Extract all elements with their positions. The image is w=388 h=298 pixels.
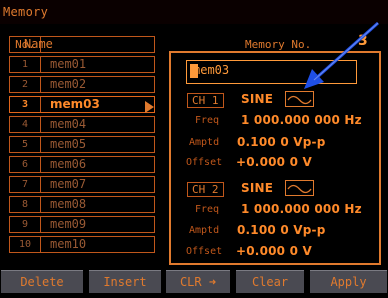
ch1-freq-label: Freq <box>195 115 220 126</box>
list-item-number: 2 <box>10 77 41 92</box>
ch2-label: CH 2 <box>187 182 224 197</box>
ch1-offset-value: +0.000 0 V <box>236 155 313 169</box>
ch2-offset-label: Offset <box>186 246 223 257</box>
list-item-name: mem04 <box>50 117 87 131</box>
ch1-label: CH 1 <box>187 93 224 108</box>
ch2-amptd-label: Amptd <box>189 225 220 236</box>
list-header: No. Name <box>9 36 155 53</box>
list-item-number: 7 <box>10 177 41 192</box>
list-item-number: 10 <box>10 237 41 252</box>
list-item-number: 3 <box>10 97 41 112</box>
list-item[interactable]: 6 mem06 <box>9 156 155 173</box>
selection-arrow-icon <box>145 101 154 113</box>
ch1-amptd-value: 0.100 0 Vp-p <box>237 135 326 149</box>
list-item[interactable]: 4 mem04 <box>9 116 155 133</box>
list-item-name: mem07 <box>50 177 87 191</box>
blue-arrow-icon <box>300 20 380 95</box>
list-item-number: 6 <box>10 157 41 172</box>
list-item-name: mem03 <box>50 97 100 111</box>
memory-list: No. Name 1 mem01 2 mem02 3 mem03 4 mem04… <box>9 36 155 298</box>
list-item[interactable]: 10 mem10 <box>9 236 155 253</box>
list-item-number: 5 <box>10 137 41 152</box>
list-item[interactable]: 2 mem02 <box>9 76 155 93</box>
list-item-number: 4 <box>10 117 41 132</box>
list-item-number: 8 <box>10 197 41 212</box>
list-item-name: mem09 <box>50 217 87 231</box>
memory-name-value: mem03 <box>193 63 230 77</box>
ch1-waveform: SINE <box>241 92 274 106</box>
list-item-name: mem01 <box>50 57 87 71</box>
list-item[interactable]: 7 mem07 <box>9 176 155 193</box>
list-item[interactable]: 1 mem01 <box>9 56 155 73</box>
list-item[interactable]: 9 mem09 <box>9 216 155 233</box>
list-item-selected[interactable]: 3 mem03 <box>9 96 155 113</box>
ch2-waveform: SINE <box>241 181 274 195</box>
screen-title: Memory <box>3 5 49 19</box>
list-item[interactable]: 5 mem05 <box>9 136 155 153</box>
list-item-number: 9 <box>10 217 41 232</box>
column-header-name: Name <box>24 37 53 51</box>
list-item-name: mem10 <box>50 237 87 251</box>
ch2-freq-label: Freq <box>195 204 220 215</box>
list-item[interactable]: 8 mem08 <box>9 196 155 213</box>
ch2-freq-value: 1 000.000 000 Hz <box>241 202 362 216</box>
list-item-name: mem06 <box>50 157 87 171</box>
ch1-amptd-label: Amptd <box>189 137 220 148</box>
ch1-freq-value: 1 000.000 000 Hz <box>241 113 362 127</box>
ch1-offset-label: Offset <box>186 157 223 168</box>
list-item-name: mem02 <box>50 77 87 91</box>
ch2-amptd-value: 0.100 0 Vp-p <box>237 223 326 237</box>
ch2-offset-value: +0.000 0 V <box>236 244 313 258</box>
list-item-name: mem08 <box>50 197 87 211</box>
list-item-name: mem05 <box>50 137 87 151</box>
list-item-number: 1 <box>10 57 41 72</box>
sine-wave-icon <box>285 180 314 196</box>
